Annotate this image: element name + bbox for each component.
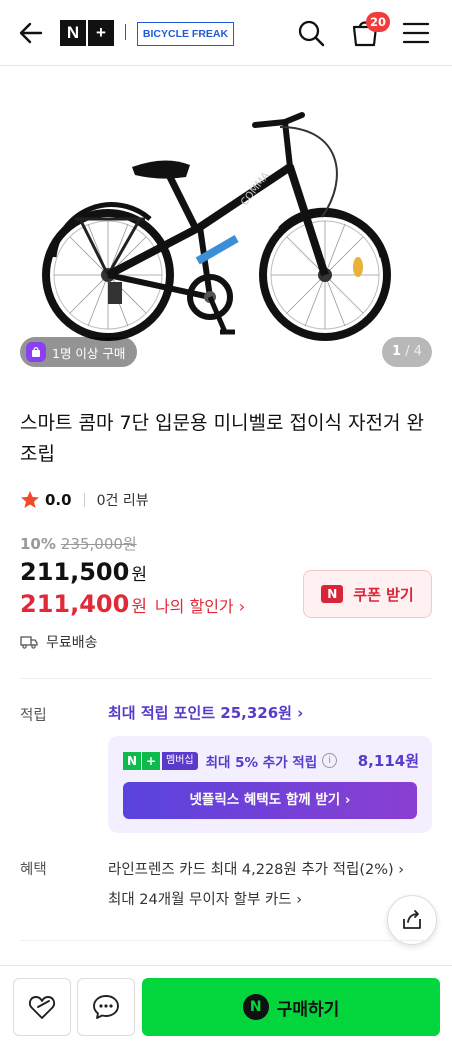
coupon-button[interactable]: N 쿠폰 받기 bbox=[303, 570, 432, 618]
membership-box: N + 멤버십 최대 5% 추가 적립 i 8,114원 넷플릭스 혜택도 함께… bbox=[108, 736, 432, 833]
shipping-text: 무료배송 bbox=[46, 635, 98, 651]
membership-row: N + 멤버십 최대 5% 추가 적립 i 8,114원 bbox=[123, 750, 419, 771]
purchase-count-badge: 1명 이상 구매 bbox=[20, 337, 138, 367]
discount-rate: 10% bbox=[20, 535, 56, 553]
membership-tag: 멤버십 bbox=[162, 751, 198, 770]
logo-plus: + bbox=[88, 20, 114, 46]
naver-plus-membership-badge: N + 멤버십 bbox=[123, 751, 198, 770]
my-discount-price[interactable]: 211,400 원 나의 할인가 › bbox=[20, 590, 245, 618]
share-icon bbox=[403, 910, 421, 929]
section-divider bbox=[20, 678, 432, 679]
frame-brand-text: COMMA bbox=[239, 170, 272, 208]
rating-divider bbox=[83, 493, 85, 507]
membership-amount: 8,114원 bbox=[357, 752, 419, 770]
truck-icon bbox=[20, 636, 38, 649]
rating-score: 0.0 bbox=[45, 491, 72, 509]
heart-icon bbox=[28, 996, 56, 1019]
section-divider-2 bbox=[20, 940, 432, 941]
discount-line: 10% 235,000원 bbox=[20, 533, 137, 554]
wishlist-button[interactable] bbox=[13, 978, 71, 1036]
hamburger-menu-icon[interactable] bbox=[402, 20, 430, 46]
talk-talk-button[interactable] bbox=[77, 978, 135, 1036]
my-price-unit: 원 bbox=[131, 597, 147, 617]
product-image-gallery[interactable]: COMMA 1명 이상 구매 1 / 4 bbox=[0, 67, 452, 380]
membership-text: 최대 5% 추가 적립 bbox=[205, 754, 318, 771]
chat-bubble-icon bbox=[93, 995, 119, 1019]
sale-price-value: 211,500 bbox=[20, 558, 130, 586]
info-icon[interactable]: i bbox=[322, 753, 338, 768]
points-section-label: 적립 bbox=[20, 708, 47, 724]
buy-now-label: 구매하기 bbox=[276, 999, 340, 1020]
star-icon bbox=[21, 491, 39, 508]
shopping-bag-icon bbox=[26, 342, 46, 362]
benefits-section-label: 혜택 bbox=[20, 862, 47, 878]
netflix-benefit-button[interactable]: 넷플릭스 혜택도 함께 받기 › bbox=[123, 782, 417, 819]
review-count-link[interactable]: 0건 리뷰 bbox=[97, 490, 149, 510]
back-arrow-icon[interactable] bbox=[16, 18, 46, 48]
sale-price: 211,500 원 bbox=[20, 558, 147, 586]
page-total: / 4 bbox=[405, 344, 422, 359]
header-divider bbox=[125, 24, 126, 40]
image-page-indicator: 1 / 4 bbox=[382, 337, 432, 367]
folding-bicycle-image: COMMA bbox=[42, 112, 391, 341]
rating-row[interactable]: 0.0 0건 리뷰 bbox=[20, 490, 149, 510]
max-points-link[interactable]: 최대 적립 포인트 25,326원 › bbox=[108, 702, 303, 723]
shipping-info: 무료배송 bbox=[20, 632, 98, 652]
my-price-value: 211,400 bbox=[20, 590, 130, 618]
coupon-label: 쿠폰 받기 bbox=[353, 585, 414, 604]
installment-link[interactable]: 최대 24개월 무이자 할부 카드 › bbox=[108, 888, 302, 909]
coupon-n-icon: N bbox=[321, 585, 344, 603]
original-price: 235,000원 bbox=[60, 535, 137, 553]
page-current: 1 bbox=[392, 344, 402, 359]
sale-price-unit: 원 bbox=[131, 565, 147, 585]
search-icon[interactable] bbox=[296, 18, 326, 48]
purchase-count-text: 1명 이상 구매 bbox=[52, 345, 126, 361]
app-header: N + BICYCLE FREAK 20 bbox=[0, 0, 452, 66]
badge-n: N bbox=[123, 751, 141, 770]
my-price-label: 나의 할인가 › bbox=[154, 597, 246, 616]
cart-count-badge: 20 bbox=[366, 12, 391, 32]
brand-logo[interactable]: BICYCLE FREAK bbox=[137, 22, 234, 46]
share-button[interactable] bbox=[387, 895, 437, 945]
logo-n: N bbox=[60, 20, 86, 46]
naver-plus-store-logo[interactable]: N + bbox=[60, 20, 114, 46]
naver-pay-n-icon: N bbox=[242, 994, 269, 1020]
product-title: 스마트 콤마 7단 입문용 미니벨로 접이식 자전거 완조립 bbox=[20, 412, 424, 465]
buy-now-button[interactable]: N 구매하기 bbox=[142, 978, 440, 1036]
bottom-action-bar: N 구매하기 bbox=[0, 965, 452, 1053]
badge-plus: + bbox=[142, 751, 160, 770]
card-benefit-link[interactable]: 라인프렌즈 카드 최대 4,228원 추가 적립(2%) › bbox=[108, 858, 404, 879]
